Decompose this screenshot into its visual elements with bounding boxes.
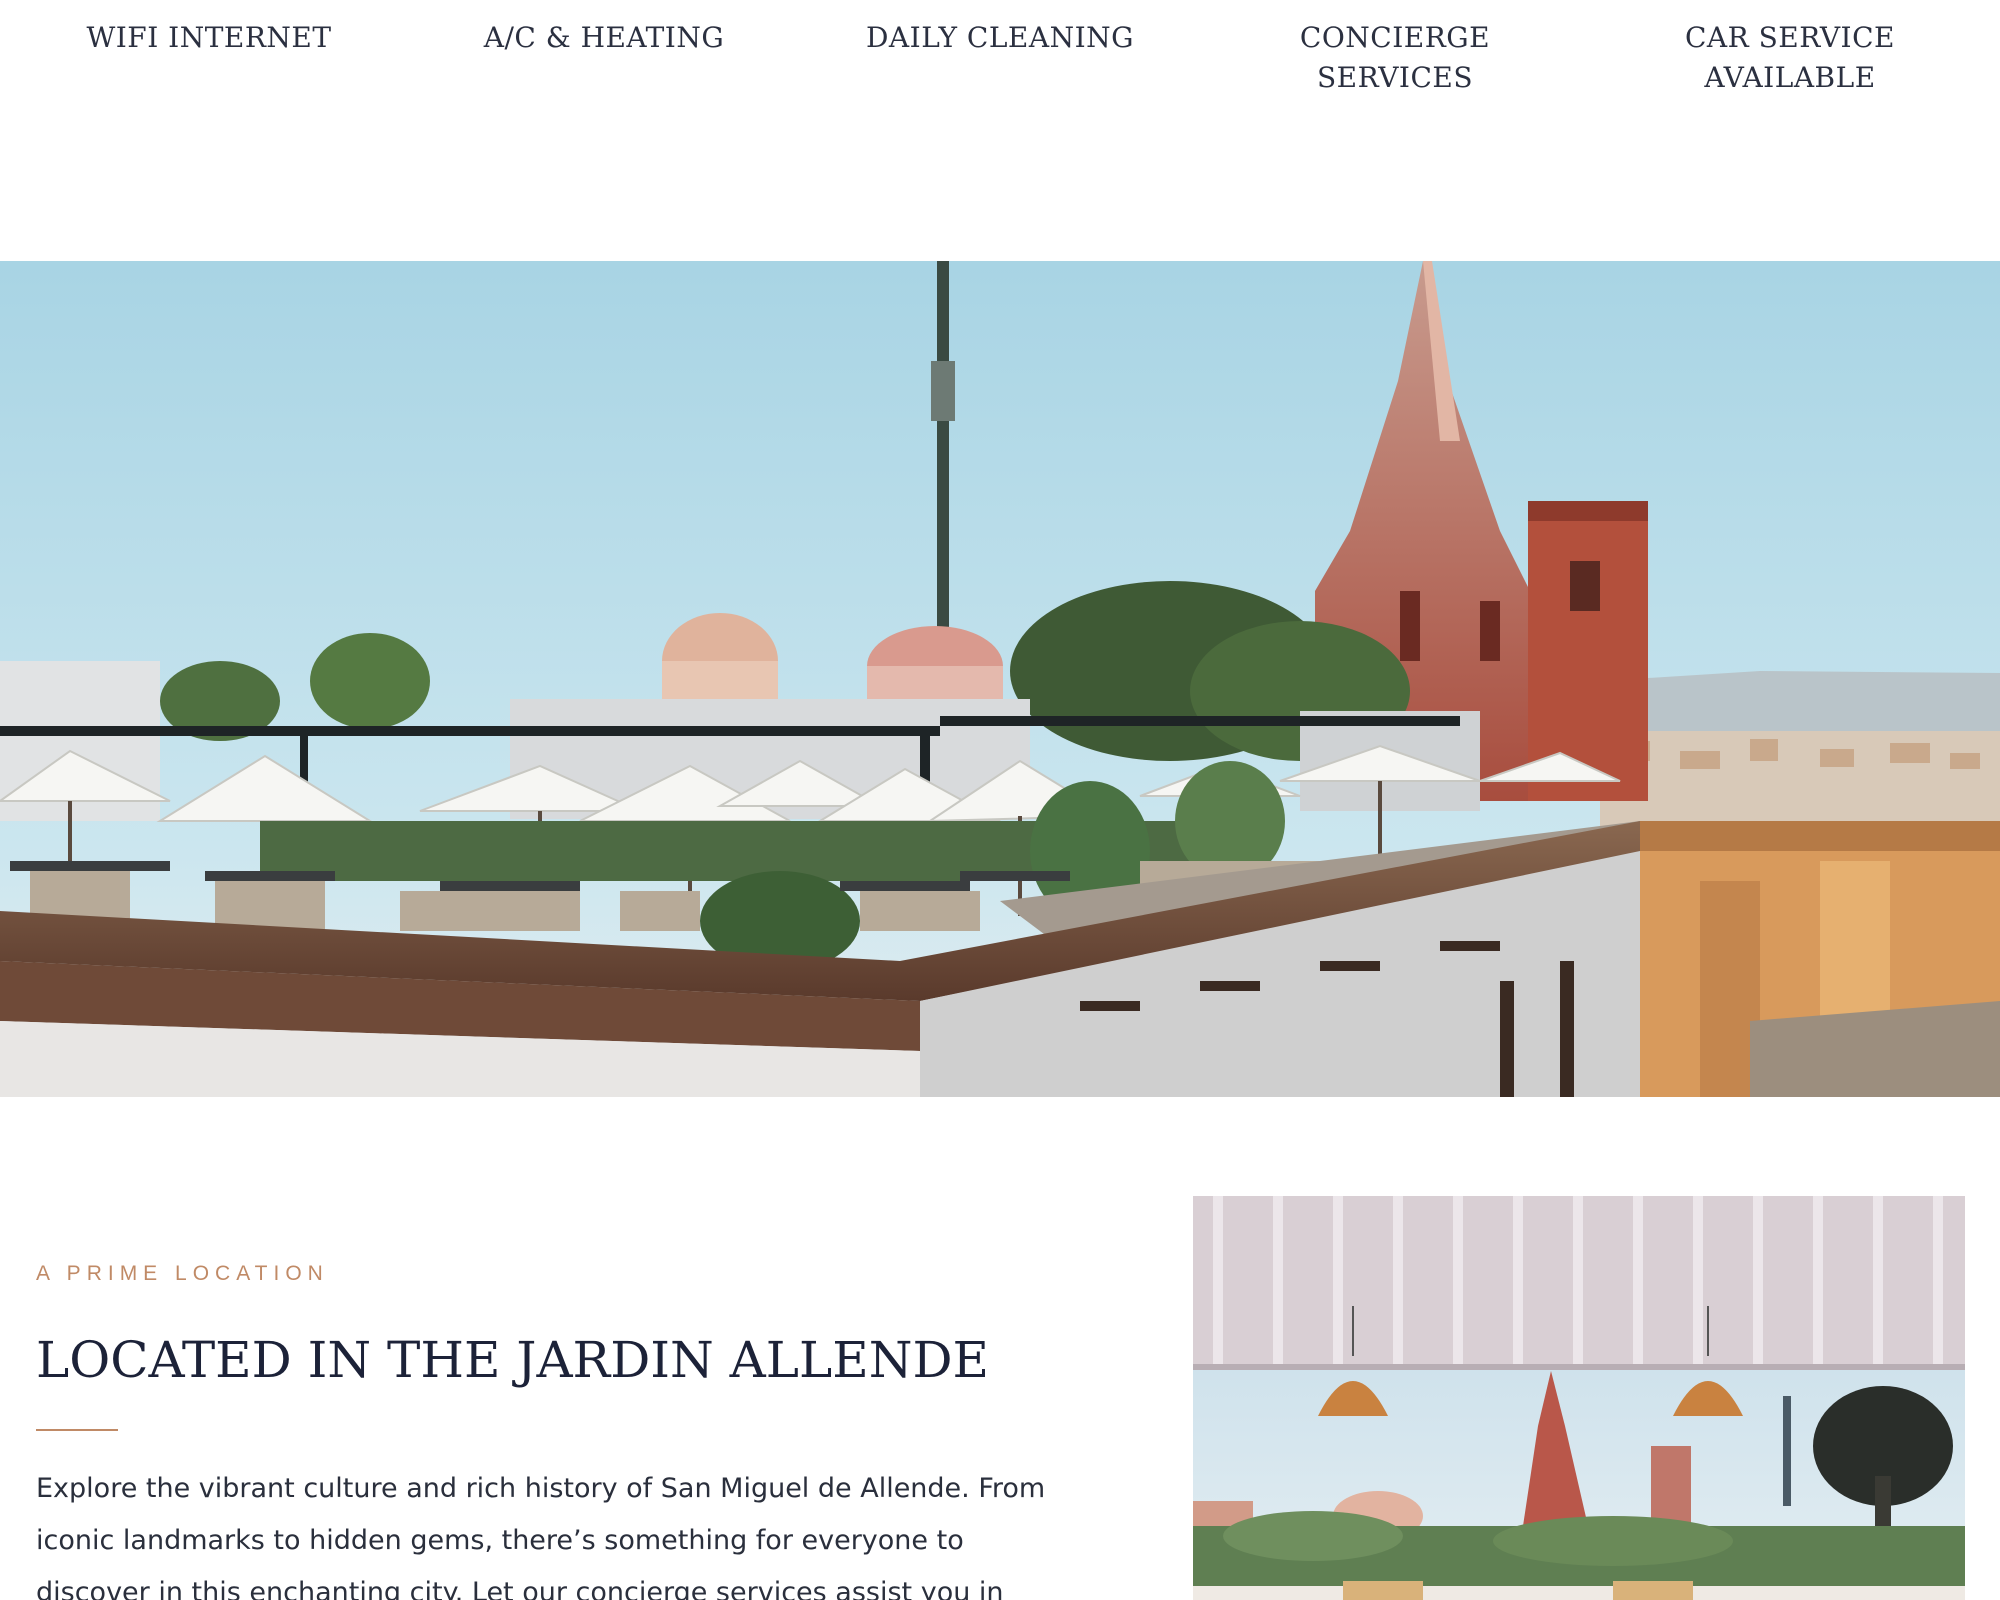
- section-body-text: Explore the vibrant culture and rich his…: [36, 1473, 1046, 1600]
- amenity-label: DAILY CLEANING: [865, 21, 1135, 54]
- amenity-label: CONCIERGE: [1299, 21, 1491, 54]
- section-eyebrow: A PRIME LOCATION: [36, 1262, 329, 1285]
- amenities-row: WIFI INTERNET A/C & HEATING DAILY CLEANI…: [0, 0, 2000, 110]
- amenity-ac-heating: A/C & HEATING: [424, 18, 784, 58]
- amenity-label: WIFI INTERNET: [86, 21, 332, 54]
- terrace-photo: [1193, 1196, 1965, 1600]
- amenity-label: CAR SERVICE: [1685, 21, 1895, 54]
- section-title: LOCATED IN THE JARDIN ALLENDE: [36, 1331, 990, 1389]
- amenity-label: A/C & HEATING: [483, 21, 725, 54]
- amenity-label: SERVICES: [1316, 61, 1474, 94]
- rooftop-terrace-photo: [0, 261, 2000, 1097]
- terrace-lounge-photo: [1193, 1196, 1965, 1600]
- hero-image: [0, 261, 2000, 1097]
- amenity-wifi: WIFI INTERNET: [29, 18, 389, 58]
- title-divider: [36, 1429, 118, 1431]
- amenity-label: AVAILABLE: [1704, 61, 1876, 94]
- amenity-car-service: CAR SERVICE AVAILABLE: [1610, 18, 1970, 98]
- amenity-concierge: CONCIERGE SERVICES: [1215, 18, 1575, 98]
- amenity-daily-cleaning: DAILY CLEANING: [820, 18, 1180, 58]
